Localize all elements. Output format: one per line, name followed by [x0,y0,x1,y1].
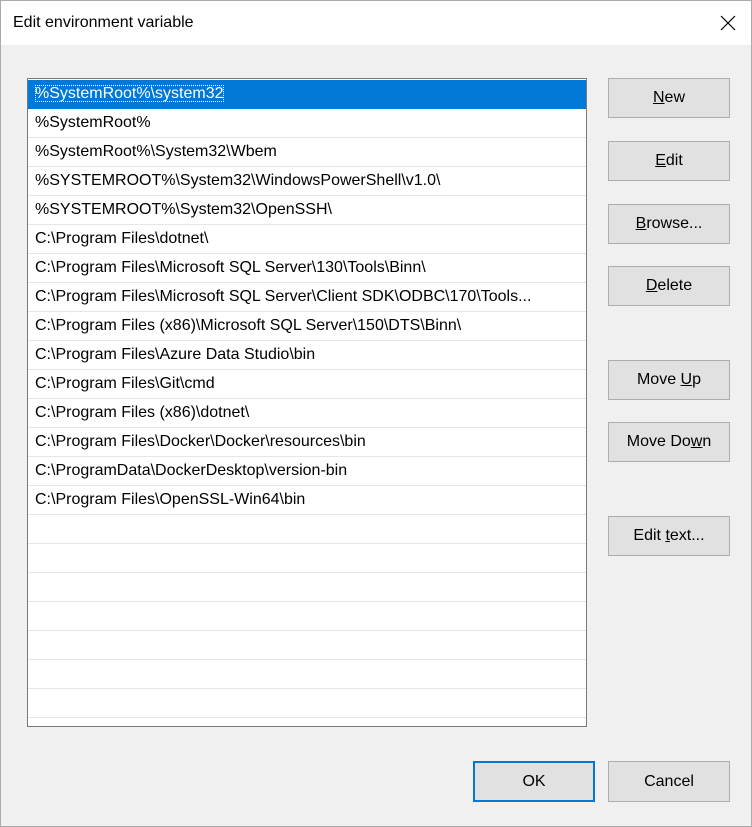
empty-list-item[interactable] [28,660,586,689]
browse-button-accesskey: B [635,215,647,232]
empty-list-item[interactable] [28,573,586,602]
cancel-button[interactable]: Cancel [608,761,730,802]
empty-list-item[interactable] [28,515,586,544]
move-down-button-label-pre: Move Do [626,433,691,450]
list-item[interactable]: C:\Program Files\OpenSSL-Win64\bin [28,486,586,515]
list-item[interactable]: C:\Program Files (x86)\dotnet\ [28,399,586,428]
dialog-title: Edit environment variable [13,14,194,31]
ok-button[interactable]: OK [473,761,595,802]
list-item[interactable]: C:\Program Files\Azure Data Studio\bin [28,341,586,370]
list-item-label: C:\Program Files\Git\cmd [35,375,215,392]
list-item-label: C:\Program Files\dotnet\ [35,230,209,247]
empty-list-item[interactable] [28,631,586,660]
empty-list-item[interactable] [28,602,586,631]
list-item-label: %SystemRoot% [35,114,151,131]
list-item[interactable]: C:\Program Files\Docker\Docker\resources… [28,428,586,457]
edit-environment-variable-dialog: Edit environment variable %SystemRoot%\s… [0,0,752,827]
browse-button[interactable]: Browse... [608,204,730,244]
move-up-button-accesskey: U [680,371,693,388]
new-button-accesskey: N [652,89,665,106]
list-item[interactable]: C:\Program Files\Microsoft SQL Server\Cl… [28,283,586,312]
list-item-label: %SYSTEMROOT%\System32\OpenSSH\ [35,201,332,218]
list-item[interactable]: C:\Program Files\dotnet\ [28,225,586,254]
browse-button-label-post: rowse... [646,215,703,232]
list-item[interactable]: C:\ProgramData\DockerDesktop\version-bin [28,457,586,486]
empty-list-item[interactable] [28,689,586,718]
new-button-label-post: ew [664,89,685,106]
edit-button-accesskey: E [655,152,666,169]
list-item-label: C:\Program Files\Azure Data Studio\bin [35,346,316,363]
list-item-label: C:\Program Files\Microsoft SQL Server\13… [35,259,426,276]
edit-button[interactable]: Edit [608,141,730,181]
list-item-label: C:\ProgramData\DockerDesktop\version-bin [35,462,348,479]
delete-button-label-post: elete [657,277,693,294]
delete-button-accesskey: D [645,277,658,294]
list-item[interactable]: %SYSTEMROOT%\System32\WindowsPowerShell\… [28,167,586,196]
move-up-button-label-post: p [692,371,702,388]
list-item[interactable]: %SystemRoot%\system32 [28,80,586,109]
empty-list-item[interactable] [28,718,586,726]
list-item-label: %SYSTEMROOT%\System32\WindowsPowerShell\… [35,172,441,189]
list-item[interactable]: C:\Program Files\Git\cmd [28,370,586,399]
edit-text-button-label-pre: Edit [633,527,666,544]
list-item[interactable]: %SYSTEMROOT%\System32\OpenSSH\ [28,196,586,225]
list-item[interactable]: C:\Program Files\Microsoft SQL Server\13… [28,254,586,283]
list-item-label: %SystemRoot%\system32 [35,85,224,102]
list-item-label: %SystemRoot%\System32\Wbem [35,143,277,160]
list-item-label: C:\Program Files (x86)\dotnet\ [35,404,250,421]
move-down-button-accesskey: w [690,433,703,450]
move-down-button-label-post: n [702,433,712,450]
empty-list-item[interactable] [28,544,586,573]
list-item[interactable]: %SystemRoot%\System32\Wbem [28,138,586,167]
delete-button[interactable]: Delete [608,266,730,306]
edit-text-button-label-post: ext... [669,527,705,544]
path-list[interactable]: %SystemRoot%\system32 %SystemRoot% %System… [27,78,587,727]
list-item-label: C:\Program Files\Docker\Docker\resources… [35,433,366,450]
close-button[interactable] [705,1,751,45]
list-item-label: C:\Program Files (x86)\Microsoft SQL Ser… [35,317,462,334]
edit-text-button[interactable]: Edit t ext... [608,516,730,556]
edit-button-label-post: dit [665,152,683,169]
list-item[interactable]: C:\Program Files (x86)\Microsoft SQL Ser… [28,312,586,341]
move-up-button-label-pre: Move [636,371,681,388]
close-icon [720,15,736,31]
title-bar[interactable]: Edit environment variable [1,1,751,45]
list-item-label: C:\Program Files\Microsoft SQL Server\Cl… [35,288,532,305]
list-item[interactable]: %SystemRoot% [28,109,586,138]
move-up-button[interactable]: Move Up [608,360,730,400]
move-down-button[interactable]: Move Do w n [608,422,730,462]
list-item-label: C:\Program Files\OpenSSL-Win64\bin [35,491,306,508]
new-button[interactable]: New [608,78,730,118]
